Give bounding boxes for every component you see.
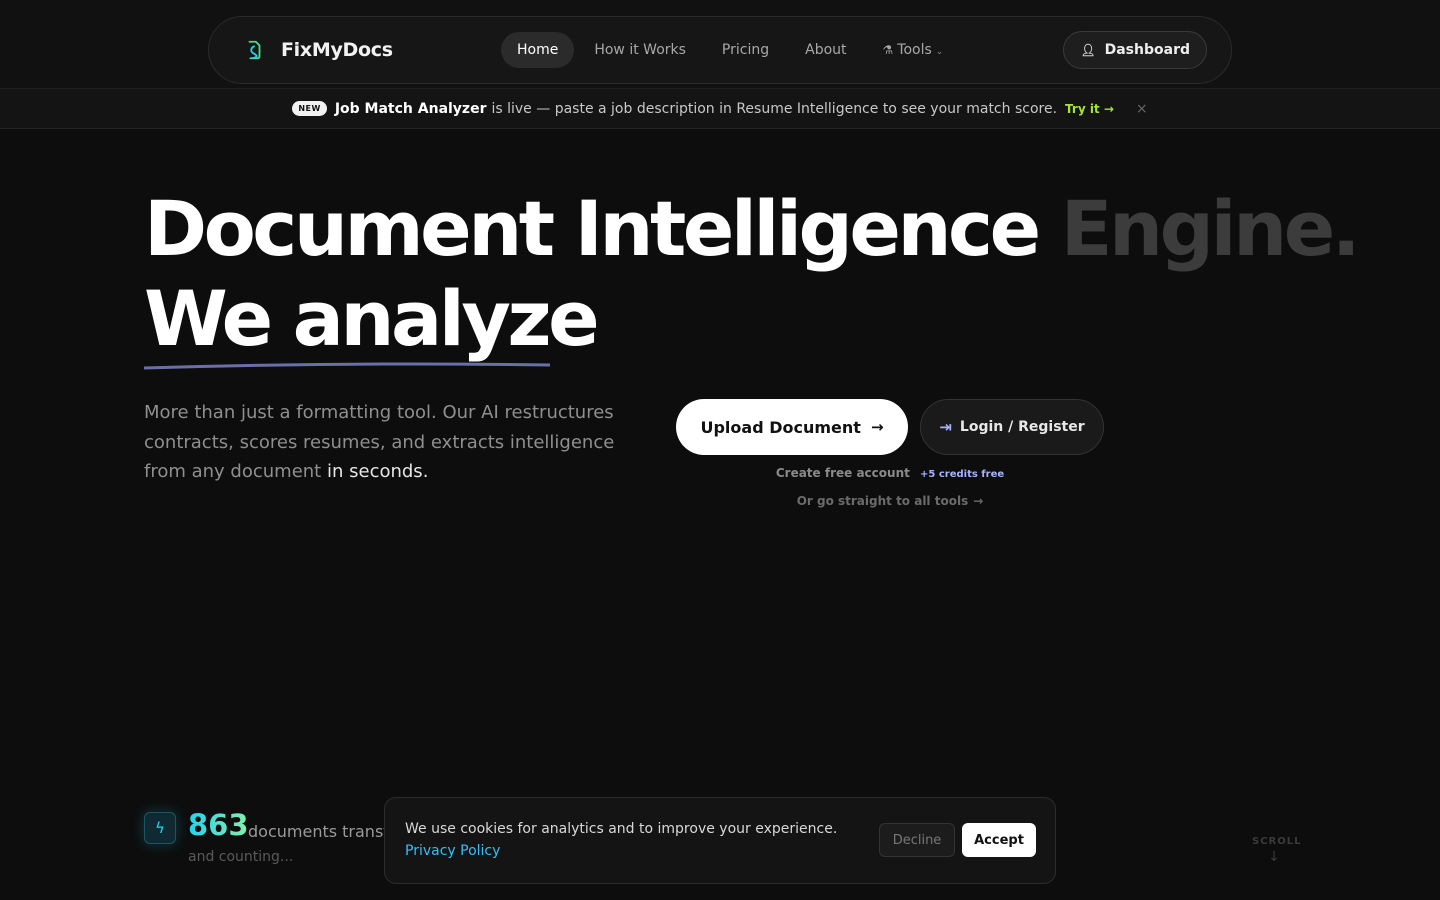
free-account-line: Create free account +5 credits free (676, 466, 1104, 480)
nav-how-it-works[interactable]: How it Works (578, 32, 702, 68)
nav-pricing[interactable]: Pricing (706, 32, 785, 68)
hero-headline-main: Document Intelligence (144, 184, 1041, 273)
scroll-label: SCROLL (1252, 836, 1302, 847)
upload-document-label: Upload Document (700, 417, 861, 437)
cookie-text: We use cookies for analytics and to impr… (405, 818, 865, 862)
decline-button[interactable]: Decline (879, 823, 955, 857)
nav-tools-dropdown[interactable]: ⚗ Tools ⌄ (867, 32, 960, 68)
arrow-right-icon: → (973, 494, 984, 508)
new-badge: NEW (292, 101, 327, 116)
flask-icon: ⚗ (882, 43, 894, 57)
nav-home[interactable]: Home (501, 32, 575, 68)
close-icon[interactable]: × (1136, 101, 1148, 117)
all-tools-link[interactable]: Or go straight to all tools → (676, 494, 1104, 508)
dashboard-label: Dashboard (1104, 42, 1190, 58)
privacy-policy-link[interactable]: Privacy Policy (405, 843, 500, 859)
hero-headline-line1: Document Intelligence Engine. (144, 183, 1361, 275)
login-icon: ⇥ (939, 418, 952, 436)
announcement-bar: NEW Job Match Analyzer is live — paste a… (0, 88, 1440, 129)
main-nav: FixMyDocs Home How it Works Pricing Abou… (208, 16, 1232, 84)
announcement-title: Job Match Analyzer (334, 100, 487, 117)
arrow-down-icon: ↓ (1268, 849, 1280, 865)
documents-count: 863 (188, 808, 249, 842)
lightning-icon: ϟ (144, 812, 176, 844)
announcement-text: is live — paste a job description in Res… (491, 100, 1058, 117)
hero-headline-line2: We analyze (144, 274, 600, 363)
user-icon: 👤︎ (1080, 43, 1096, 57)
create-free-account-link[interactable]: Create free account (776, 466, 910, 480)
upload-document-button[interactable]: Upload Document → (676, 399, 908, 455)
nav-about[interactable]: About (789, 32, 862, 68)
document-swirl-icon (248, 40, 261, 60)
dashboard-button[interactable]: 👤︎ Dashboard (1063, 31, 1207, 69)
accept-button[interactable]: Accept (962, 823, 1036, 857)
documents-count-sub: and counting... (188, 849, 294, 865)
brand[interactable]: FixMyDocs (243, 17, 393, 83)
cookie-message: We use cookies for analytics and to impr… (405, 821, 838, 837)
all-tools-label: Or go straight to all tools (796, 494, 969, 508)
headline-underline (144, 362, 550, 370)
login-register-label: Login / Register (959, 419, 1085, 435)
announcement-try-link[interactable]: Try it → (1065, 102, 1114, 116)
hero-description-highlight: in seconds. (326, 461, 429, 482)
login-register-button[interactable]: ⇥ Login / Register (920, 399, 1104, 455)
credits-badge: +5 credits free (920, 469, 1005, 480)
scroll-indicator: SCROLL ↓ (1252, 836, 1302, 865)
arrow-right-icon: → (870, 418, 884, 436)
hero-description: More than just a formatting tool. Our AI… (144, 398, 644, 487)
brand-name: FixMyDocs (281, 39, 393, 61)
chevron-down-icon: ⌄ (935, 47, 944, 57)
nav-tools-label: Tools (897, 42, 932, 58)
nav-links: Home How it Works Pricing About ⚗ Tools ⌄ (501, 32, 963, 68)
cookie-banner: We use cookies for analytics and to impr… (384, 797, 1056, 884)
hero-headline-dim: Engine. (1060, 184, 1361, 273)
